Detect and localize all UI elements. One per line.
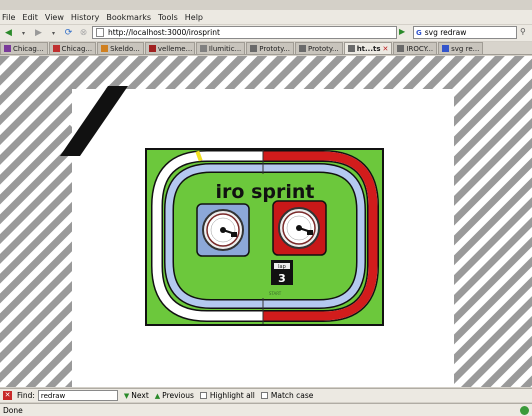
find-label: Find: xyxy=(17,391,35,400)
forward-dropdown[interactable]: ▾ xyxy=(47,27,60,40)
stop-button[interactable]: ⊗ xyxy=(77,27,90,40)
tab-favicon-icon xyxy=(250,45,258,52)
search-button[interactable]: ⚲ xyxy=(520,27,526,36)
page-icon xyxy=(96,28,104,37)
menu-tools[interactable]: Tools xyxy=(158,13,178,22)
connection-status-icon xyxy=(520,406,529,415)
tab-label: Chicag... xyxy=(61,44,93,53)
search-box[interactable]: G xyxy=(413,26,517,39)
lap-value: 3 xyxy=(278,272,286,285)
tab-favicon-icon xyxy=(52,45,60,52)
tab-0[interactable]: Chicag... xyxy=(0,42,48,54)
find-next-button[interactable]: ▼ Next xyxy=(124,391,149,400)
start-label: START xyxy=(269,291,282,296)
back-dropdown[interactable]: ▾ xyxy=(17,27,30,40)
tab-favicon-icon xyxy=(347,45,355,52)
arrow-up-icon: ▲ xyxy=(154,391,161,400)
tab-3[interactable]: velleme... xyxy=(144,42,195,54)
tab-favicon-icon xyxy=(298,45,306,52)
tab-4[interactable]: Ilumitic... xyxy=(195,42,246,54)
url-input[interactable] xyxy=(108,28,368,37)
find-next-label: Next xyxy=(131,391,149,400)
status-text: Done xyxy=(3,405,23,415)
menu-edit[interactable]: Edit xyxy=(22,13,38,22)
blue-player-gauge xyxy=(196,203,250,257)
tab-favicon-icon xyxy=(4,45,11,52)
red-player-gauge xyxy=(272,200,327,256)
tab-label: svg re... xyxy=(451,44,480,53)
lap-counter: lap 3 xyxy=(271,260,293,285)
find-bar: ✕ Find: ▼ Next ▲ Previous Highlight all … xyxy=(0,388,532,402)
tab-9[interactable]: svg re... xyxy=(438,42,484,54)
iro-corner-ribbon: IRO xyxy=(60,86,128,156)
tab-label: ht...ts xyxy=(356,44,381,53)
menu-history[interactable]: History xyxy=(71,13,99,22)
tab-5[interactable]: Prototy... xyxy=(246,42,294,54)
menu-bar: File Edit View History Bookmarks Tools H… xyxy=(0,10,532,24)
tab-label: Skeldo... xyxy=(110,44,140,53)
close-find-button[interactable]: ✕ xyxy=(3,391,12,400)
tab-label: Prototy... xyxy=(307,44,339,53)
address-bar[interactable] xyxy=(92,26,397,39)
forward-arrow-icon: ▶ xyxy=(35,28,42,38)
menu-bookmarks[interactable]: Bookmarks xyxy=(106,13,151,22)
search-input[interactable] xyxy=(424,28,505,37)
match-case-checkbox[interactable] xyxy=(260,392,268,399)
menu-view[interactable]: View xyxy=(45,13,64,22)
tab-label: velleme... xyxy=(157,44,193,53)
tab-2[interactable]: Skeldo... xyxy=(97,42,144,54)
menu-file[interactable]: File xyxy=(2,13,15,22)
tab-favicon-icon xyxy=(101,45,109,52)
find-previous-button[interactable]: ▲ Previous xyxy=(155,391,194,400)
tab-6[interactable]: Prototy... xyxy=(294,42,343,54)
tab-label: Chicag... xyxy=(13,44,44,53)
tab-favicon-icon xyxy=(199,45,207,52)
tab-favicon-icon xyxy=(397,45,405,52)
highlight-checkbox[interactable] xyxy=(199,392,207,399)
back-arrow-icon: ◀ xyxy=(5,28,12,38)
chevron-down-icon: ▾ xyxy=(51,29,55,37)
lap-label: lap xyxy=(278,264,286,270)
match-case-toggle[interactable]: Match case xyxy=(260,391,314,400)
status-bar: Done xyxy=(0,403,532,416)
arrow-down-icon: ▼ xyxy=(123,391,130,400)
tab-label: Prototy... xyxy=(259,44,290,53)
tab-1[interactable]: Chicag... xyxy=(48,42,97,54)
chevron-down-icon: ▾ xyxy=(21,29,25,37)
navigation-toolbar: ◀ ▾ ▶ ▾ ⟳ ⊗ ⌂ ▶ G ⚲ xyxy=(0,25,532,41)
reload-icon: ⟳ xyxy=(64,28,73,38)
search-engine-icon[interactable]: G xyxy=(416,29,422,37)
race-track-board[interactable]: iro sprint lap 3 START xyxy=(145,148,384,326)
page-content: IRO iro sprint lap 3 START xyxy=(0,56,532,387)
magnifier-icon: ⚲ xyxy=(520,27,526,36)
tab-8[interactable]: IROCY... xyxy=(393,42,438,54)
find-input[interactable] xyxy=(37,390,118,401)
close-icon: ✕ xyxy=(4,391,11,399)
forward-button[interactable]: ▶ xyxy=(32,27,45,40)
tab-label: IROCY... xyxy=(406,44,434,53)
reload-button[interactable]: ⟳ xyxy=(62,27,75,40)
game-title: iro sprint xyxy=(216,181,315,203)
tab-label: Ilumitic... xyxy=(208,44,242,53)
highlight-all-toggle[interactable]: Highlight all xyxy=(199,391,255,400)
highlight-label: Highlight all xyxy=(209,391,255,400)
tab-bar: Chicag... Chicag... Skeldo... velleme... Ilu… xyxy=(0,42,532,55)
tab-favicon-icon xyxy=(442,45,450,52)
match-case-label: Match case xyxy=(270,391,314,400)
go-arrow-icon: ▶ xyxy=(399,27,406,36)
menu-help[interactable]: Help xyxy=(185,13,203,22)
stop-icon: ⊗ xyxy=(79,28,88,38)
tab-favicon-icon xyxy=(148,45,156,52)
back-button[interactable]: ◀ xyxy=(2,27,15,40)
close-tab-icon[interactable]: ✕ xyxy=(383,45,389,53)
find-previous-label: Previous xyxy=(162,391,194,400)
tab-7[interactable]: ht...ts ✕ xyxy=(343,42,393,54)
go-button[interactable]: ▶ xyxy=(399,27,409,38)
